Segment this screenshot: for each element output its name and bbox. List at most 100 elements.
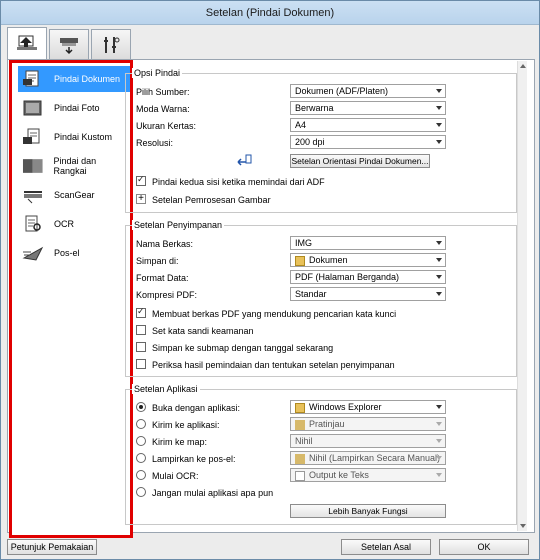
source-row: Pilih Sumber: Dokumen (ADF/Platen) bbox=[136, 84, 516, 100]
send-app-radio[interactable] bbox=[136, 419, 146, 429]
attach-email-label: Lampirkan ke pos-el: bbox=[152, 454, 236, 464]
check-results-label: Periksa hasil pemindaian dan tentukan se… bbox=[152, 360, 395, 370]
color-mode-select[interactable]: Berwarna bbox=[290, 101, 446, 115]
more-functions-button[interactable]: Lebih Banyak Fungsi bbox=[290, 504, 446, 518]
format-row: Format Data: PDF (Halaman Berganda) bbox=[136, 270, 516, 286]
resolution-select[interactable]: 200 dpi bbox=[290, 135, 446, 149]
password-label: Set kata sandi keamanan bbox=[152, 326, 254, 336]
general-settings-icon bbox=[104, 36, 120, 53]
send-app-label: Kirim ke aplikasi: bbox=[152, 420, 220, 430]
send-folder-label: Kirim ke map: bbox=[152, 437, 208, 447]
open-app-label: Buka dengan aplikasi: bbox=[152, 403, 241, 413]
sidebar-item-label: Pindai Dokumen bbox=[54, 74, 121, 84]
open-app-select[interactable]: Windows Explorer bbox=[290, 400, 446, 414]
filename-row: Nama Berkas: IMG bbox=[136, 236, 516, 252]
password-checkbox[interactable] bbox=[136, 325, 146, 335]
check-results-row: Periksa hasil pemindaian dan tentukan se… bbox=[136, 359, 516, 373]
send-folder-row: Kirim ke map: Nihil bbox=[136, 434, 516, 450]
scroll-up-icon[interactable] bbox=[520, 64, 526, 68]
open-app-value: Windows Explorer bbox=[309, 402, 382, 412]
format-label: Format Data: bbox=[136, 273, 189, 283]
filename-select[interactable]: IMG bbox=[290, 236, 446, 250]
save-in-label: Simpan di: bbox=[136, 256, 179, 266]
compression-select[interactable]: Standar bbox=[290, 287, 446, 301]
sidebar-item-document-scan[interactable]: Pindai Dokumen bbox=[18, 66, 130, 92]
compression-row: Kompresi PDF: Standar bbox=[136, 287, 516, 303]
send-app-select[interactable]: Pratinjau bbox=[290, 417, 446, 431]
scangear-icon bbox=[24, 191, 42, 204]
save-in-select[interactable]: Dokumen bbox=[290, 253, 446, 267]
scroll-down-icon[interactable] bbox=[520, 524, 526, 528]
sidebar-item-label: Pindai Kustom bbox=[54, 132, 113, 142]
tab-scan-from-panel[interactable] bbox=[49, 29, 89, 59]
window-title: Setelan (Pindai Dokumen) bbox=[1, 1, 539, 25]
scan-stitch-icon bbox=[22, 159, 43, 173]
searchable-pdf-checkbox[interactable] bbox=[136, 306, 146, 318]
send-app-value: Pratinjau bbox=[309, 419, 345, 429]
instructions-button[interactable]: Petunjuk Pemakaian bbox=[7, 539, 97, 555]
ocr-radio[interactable] bbox=[136, 470, 146, 480]
compression-label: Kompresi PDF: bbox=[136, 290, 198, 300]
settings-window: Setelan (Pindai Dokumen) Pindai Dokumen … bbox=[0, 0, 540, 560]
send-folder-select[interactable]: Nihil bbox=[290, 434, 446, 448]
scan-from-computer-icon bbox=[17, 35, 37, 50]
source-label: Pilih Sumber: bbox=[136, 87, 190, 97]
format-select[interactable]: PDF (Halaman Berganda) bbox=[290, 270, 446, 284]
password-row: Set kata sandi keamanan bbox=[136, 325, 516, 339]
save-in-value: Dokumen bbox=[309, 255, 348, 265]
check-results-checkbox[interactable] bbox=[136, 359, 146, 369]
sidebar-item-label: OCR bbox=[54, 219, 74, 229]
defaults-button[interactable]: Setelan Asal bbox=[341, 539, 431, 555]
image-processing-label[interactable]: Setelan Pemrosesan Gambar bbox=[152, 195, 271, 205]
duplex-row: Pindai kedua sisi ketika memindai dari A… bbox=[136, 174, 516, 190]
ocr-select[interactable]: Output ke Teks bbox=[290, 468, 446, 482]
sidebar-item-custom-scan[interactable]: Pindai Kustom bbox=[18, 124, 130, 150]
text-output-icon bbox=[295, 470, 305, 481]
color-mode-row: Moda Warna: Berwarna bbox=[136, 101, 516, 117]
tab-general-settings[interactable] bbox=[91, 29, 131, 59]
ocr-label: Mulai OCR: bbox=[152, 471, 199, 481]
subfolder-checkbox[interactable] bbox=[136, 342, 146, 352]
attach-email-select[interactable]: Nihil (Lampirkan Secara Manual) bbox=[290, 451, 446, 465]
image-processing-row: + Setelan Pemrosesan Gambar bbox=[136, 194, 516, 208]
paper-size-select[interactable]: A4 bbox=[290, 118, 446, 132]
ocr-value: Output ke Teks bbox=[309, 470, 369, 480]
source-select[interactable]: Dokumen (ADF/Platen) bbox=[290, 84, 446, 98]
save-in-row: Simpan di: Dokumen bbox=[136, 253, 516, 269]
sidebar-item-scangear[interactable]: ScanGear bbox=[18, 182, 130, 208]
duplex-checkbox[interactable] bbox=[136, 174, 146, 186]
attach-email-radio[interactable] bbox=[136, 453, 146, 463]
sidebar-item-ocr[interactable]: OCR bbox=[18, 211, 130, 237]
expand-icon[interactable]: + bbox=[136, 194, 146, 204]
open-app-radio[interactable] bbox=[136, 402, 146, 412]
searchable-row: Membuat berkas PDF yang mendukung pencar… bbox=[136, 306, 516, 322]
no-app-radio[interactable] bbox=[136, 487, 146, 497]
send-app-row: Kirim ke aplikasi: Pratinjau bbox=[136, 417, 516, 433]
scan-from-panel-icon bbox=[60, 37, 78, 54]
orientation-settings-button[interactable]: Setelan Orientasi Pindai Dokumen... bbox=[290, 154, 430, 168]
sidebar-item-photo-scan[interactable]: Pindai Foto bbox=[18, 95, 130, 121]
save-settings-group: Setelan Penyimpanan Nama Berkas: IMG Sim… bbox=[125, 220, 517, 377]
scan-mode-sidebar: Pindai Dokumen Pindai Foto Pindai Kustom… bbox=[9, 60, 133, 538]
vertical-scrollbar[interactable] bbox=[517, 61, 527, 531]
send-folder-radio[interactable] bbox=[136, 436, 146, 446]
ok-button[interactable]: OK bbox=[439, 539, 529, 555]
attach-email-row: Lampirkan ke pos-el: Nihil (Lampirkan Se… bbox=[136, 451, 516, 467]
group-title: Setelan Penyimpanan bbox=[132, 220, 225, 230]
document-scan-icon bbox=[23, 70, 39, 87]
email-icon bbox=[22, 246, 44, 261]
tab-scan-from-computer[interactable] bbox=[7, 27, 47, 59]
sidebar-item-email[interactable]: Pos-el bbox=[18, 240, 130, 266]
subfolder-label: Simpan ke submap dengan tanggal sekarang bbox=[152, 343, 334, 353]
searchable-label: Membuat berkas PDF yang mendukung pencar… bbox=[152, 309, 397, 319]
paper-size-label: Ukuran Kertas: bbox=[136, 121, 197, 131]
sidebar-item-scan-stitch[interactable]: Pindai dan Rangkai bbox=[18, 153, 130, 179]
group-title: Setelan Aplikasi bbox=[132, 384, 200, 394]
no-app-row: Jangan mulai aplikasi apa pun bbox=[136, 487, 516, 501]
sidebar-item-label: Pindai Foto bbox=[54, 103, 100, 113]
orientation-icon bbox=[237, 154, 252, 166]
subfolder-row: Simpan ke submap dengan tanggal sekarang bbox=[136, 342, 516, 356]
resolution-label: Resolusi: bbox=[136, 138, 174, 148]
custom-scan-icon bbox=[23, 128, 40, 144]
no-app-label: Jangan mulai aplikasi apa pun bbox=[152, 488, 274, 498]
